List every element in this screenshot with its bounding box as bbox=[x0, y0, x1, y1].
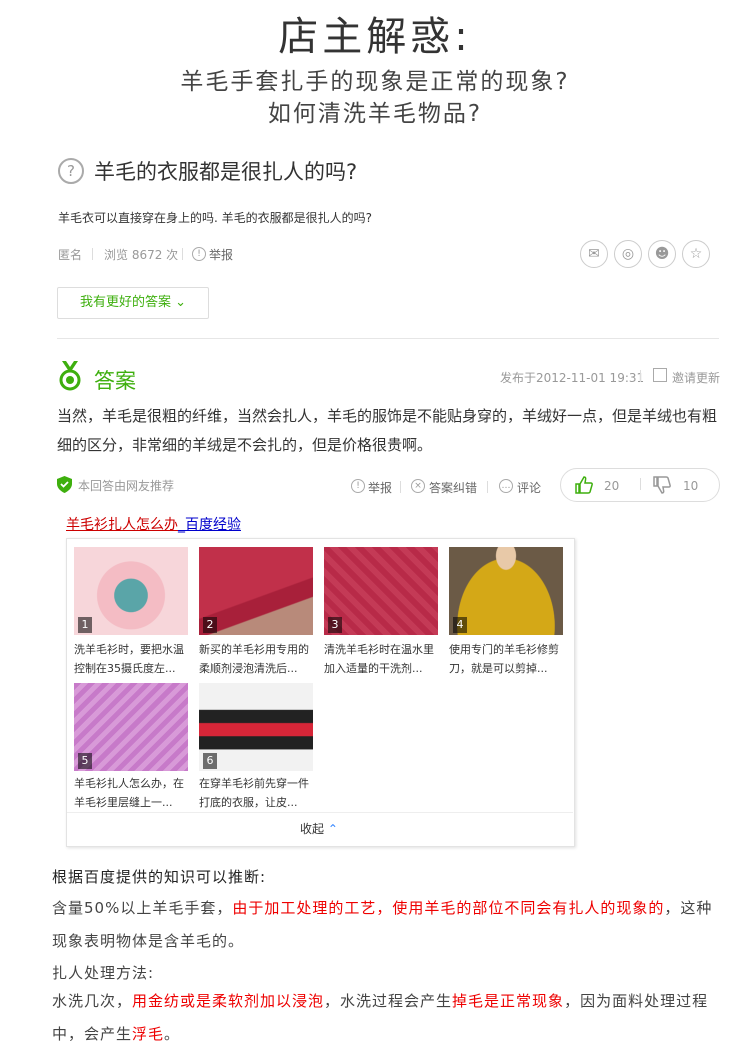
subtitle-line-2: 如何清洗羊毛物品? bbox=[267, 101, 483, 127]
question-description: 羊毛衣可以直接穿在身上的吗. 羊毛的衣服都是很扎人的吗? bbox=[58, 211, 373, 225]
favorite-star-icon[interactable]: ☆ bbox=[682, 240, 710, 268]
thumbnail-number: 5 bbox=[78, 753, 92, 769]
experience-link-title[interactable]: 羊毛衫扎人怎么办 bbox=[66, 517, 178, 533]
info-icon: ! bbox=[351, 479, 365, 493]
thumbnail-number: 4 bbox=[453, 617, 467, 633]
question-report-link[interactable]: 举报 bbox=[209, 246, 233, 263]
thumbnail-number: 6 bbox=[203, 753, 217, 769]
conclusion-heading: 根据百度提供的知识可以推断: bbox=[52, 868, 267, 886]
question-icon: ? bbox=[58, 158, 84, 184]
comment-icon: … bbox=[499, 479, 513, 493]
meta-divider bbox=[92, 248, 93, 260]
thumbnail-number: 3 bbox=[328, 617, 342, 633]
answer-report-link[interactable]: 举报 bbox=[368, 479, 392, 496]
meta-divider bbox=[640, 370, 641, 382]
shield-check-icon bbox=[57, 476, 72, 493]
thumbnail-caption[interactable]: 使用专门的羊毛衫修剪 刀，就是可以剪掉... bbox=[449, 640, 569, 678]
meta-divider bbox=[487, 481, 488, 493]
page-title: 店主解惑: bbox=[278, 14, 472, 60]
thumbnail-caption[interactable]: 羊毛衫扎人怎么办，在 羊毛衫里层缝上一... bbox=[74, 774, 194, 812]
thumbnail-caption[interactable]: 在穿羊毛衫前先穿一件 打底的衣服，让皮... bbox=[199, 774, 319, 812]
subtitle-line-1: 羊毛手套扎手的现象是正常的现象? bbox=[180, 69, 570, 95]
chevron-down-icon: ⌄ bbox=[175, 295, 187, 310]
thumbnail-caption[interactable]: 新买的羊毛衫用专用的 柔顺剂浸泡清洗后... bbox=[199, 640, 319, 678]
downvote-count: 10 bbox=[683, 479, 699, 493]
qq-share-icon[interactable]: ☻ bbox=[648, 240, 676, 268]
section-divider bbox=[57, 338, 719, 339]
info-icon: ! bbox=[192, 247, 206, 261]
upvote-count: 20 bbox=[604, 479, 620, 493]
correct-icon: × bbox=[411, 479, 425, 493]
thumbnail-number: 2 bbox=[203, 617, 217, 633]
answer-correct-link[interactable]: 答案纠错 bbox=[429, 479, 477, 496]
thumbs-down-icon[interactable] bbox=[652, 475, 672, 495]
vote-divider bbox=[640, 478, 641, 490]
chevron-up-icon: ⌃ bbox=[327, 822, 338, 836]
better-answer-button[interactable]: 我有更好的答案 ⌄ bbox=[57, 287, 209, 319]
card-divider bbox=[67, 812, 573, 813]
thumbnail-number: 1 bbox=[78, 617, 92, 633]
collapse-button[interactable]: 收起 ⌃ bbox=[300, 820, 338, 837]
answer-date: 发布于2012-11-01 19:31 bbox=[500, 371, 645, 385]
better-answer-label: 我有更好的答案 bbox=[79, 295, 171, 310]
thumbnail-caption[interactable]: 洗羊毛衫时，要把水温 控制在35摄氏度左... bbox=[74, 640, 194, 678]
collapse-label: 收起 bbox=[300, 822, 325, 836]
experience-link-source[interactable]: _百度经验 bbox=[178, 517, 241, 533]
recommend-note: 本回答由网友推荐 bbox=[78, 479, 175, 493]
experience-link[interactable]: 羊毛衫扎人怎么办_百度经验 bbox=[66, 514, 241, 534]
question-views: 浏览 8672 次 bbox=[104, 248, 179, 262]
invite-update-link[interactable]: 邀请更新 bbox=[672, 369, 720, 386]
answer-comment-link[interactable]: 评论 bbox=[517, 479, 541, 496]
answer-text: 当然，羊毛是很粗的纤维，当然会扎人，羊毛的服饰是不能贴身穿的，羊绒好一点，但是羊… bbox=[57, 407, 718, 454]
question-title: 羊毛的衣服都是很扎人的吗? bbox=[94, 160, 358, 184]
meta-divider bbox=[182, 248, 183, 260]
meta-divider bbox=[400, 481, 401, 493]
method-heading: 扎人处理方法: bbox=[52, 964, 155, 982]
thumbnail-caption[interactable]: 清洗羊毛衫时在温水里 加入适量的干洗剂... bbox=[324, 640, 444, 678]
medal-icon bbox=[59, 361, 81, 391]
thumbs-up-icon[interactable] bbox=[574, 475, 594, 495]
answer-heading: 答案 bbox=[94, 369, 136, 393]
wechat-share-icon[interactable]: ✉ bbox=[580, 240, 608, 268]
conclusion-paragraph-1: 含量50%以上羊毛手套，由于加工处理的工艺，使用羊毛的部位不同会有扎人的现象的，… bbox=[52, 899, 713, 950]
conclusion-paragraph-2: 水洗几次，用金纺或是柔软剂加以浸泡，水洗过程会产生掉毛是正常现象，因为面料处理过… bbox=[52, 992, 709, 1043]
question-author: 匿名 bbox=[58, 248, 83, 262]
weibo-share-icon[interactable]: ◎ bbox=[614, 240, 642, 268]
edit-icon bbox=[653, 368, 667, 382]
